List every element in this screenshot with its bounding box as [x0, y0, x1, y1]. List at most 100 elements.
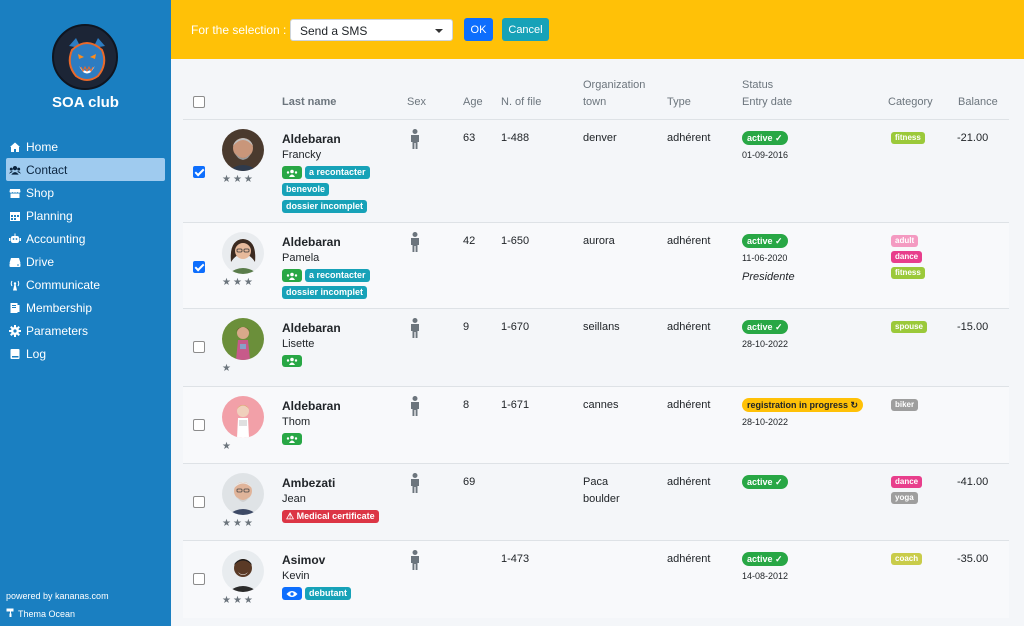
- table-row[interactable]: ★★★ Asimov Kevin debutant 1-473 adhérent…: [183, 540, 1009, 618]
- last-name[interactable]: Aldebaran: [282, 321, 341, 335]
- town: aurora: [583, 235, 615, 247]
- first-name: Francky: [282, 149, 322, 161]
- id-card-icon: [9, 302, 21, 314]
- tag-list: ⚠ Medical certificate: [282, 510, 379, 523]
- tag-badge: ⚠ Medical certificate: [282, 510, 379, 523]
- town: denver: [583, 132, 617, 144]
- avatar[interactable]: [222, 129, 264, 171]
- last-name[interactable]: Aldebaran: [282, 399, 341, 413]
- sidebar-item-shop[interactable]: Shop: [6, 181, 165, 204]
- status-badge: active ✓: [742, 551, 788, 566]
- header-balance[interactable]: Balance: [958, 94, 998, 110]
- header-organization[interactable]: Organization: [583, 77, 645, 93]
- category-list: adult dance fitness: [891, 235, 925, 279]
- file-number: 1-671: [501, 399, 530, 411]
- last-name[interactable]: Aldebaran: [282, 132, 341, 146]
- refresh-icon: ↻: [850, 400, 859, 410]
- type: adhérent: [667, 399, 711, 411]
- tag-list: [282, 355, 302, 367]
- balance: -41.00: [957, 476, 989, 488]
- tag-badge: benevole: [282, 183, 330, 196]
- club-name: SOA club: [52, 94, 119, 111]
- sidebar-item-label: Membership: [26, 300, 93, 315]
- category-list: spouse: [891, 321, 928, 333]
- table-row[interactable]: ★★★ Aldebaran Pamela a recontacter dossi…: [183, 222, 1009, 308]
- header-entry-date[interactable]: Entry date: [742, 94, 792, 110]
- first-name: Kevin: [282, 570, 310, 582]
- sidebar-item-contact[interactable]: Contact: [6, 158, 165, 181]
- age: 8: [463, 399, 470, 411]
- ok-button[interactable]: OK: [464, 18, 493, 41]
- status-badge: registration in progress ↻: [742, 397, 864, 412]
- status-badge: active ✓: [742, 474, 788, 489]
- table-row[interactable]: ★★★ Ambezati Jean ⚠ Medical certificate …: [183, 463, 1009, 540]
- calendar-icon: [9, 210, 21, 222]
- table-row[interactable]: ★ Aldebaran Lisette 9 1-670 seillans adh…: [183, 308, 1009, 386]
- tag-badge: a recontacter: [305, 269, 370, 282]
- last-name[interactable]: Aldebaran: [282, 235, 341, 249]
- rating-stars: ★★★: [222, 174, 255, 185]
- row-checkbox[interactable]: [193, 419, 205, 431]
- select-all-checkbox[interactable]: [193, 96, 205, 108]
- row-checkbox[interactable]: [193, 166, 205, 178]
- table-row[interactable]: ★ Aldebaran Thom 8 1-671 cannes adhérent…: [183, 386, 1009, 463]
- sidebar-item-label: Home: [26, 139, 59, 154]
- type: adhérent: [667, 235, 711, 247]
- town: Paca: [583, 476, 609, 488]
- sidebar-item-parameters[interactable]: Parameters: [6, 319, 165, 342]
- entry-date: 14-08-2012: [742, 571, 789, 581]
- status-text: active: [747, 322, 773, 332]
- cancel-button[interactable]: Cancel: [502, 18, 549, 41]
- header-status[interactable]: Status: [742, 77, 773, 93]
- file-number: 1-670: [501, 321, 530, 333]
- avatar[interactable]: [222, 232, 264, 274]
- row-checkbox[interactable]: [193, 496, 205, 508]
- row-checkbox[interactable]: [193, 573, 205, 585]
- header-town[interactable]: town: [583, 94, 606, 110]
- theme-switcher[interactable]: Thema Ocean: [6, 608, 75, 619]
- age: 63: [463, 132, 476, 144]
- header-type[interactable]: Type: [667, 94, 691, 110]
- sidebar-item-planning[interactable]: Planning: [6, 204, 165, 227]
- header-age[interactable]: Age: [463, 94, 483, 110]
- type: adhérent: [667, 321, 711, 333]
- rating-stars: ★★★: [222, 277, 255, 288]
- male-icon: [411, 232, 419, 252]
- last-name[interactable]: Ambezati: [282, 476, 335, 490]
- rating-stars: ★★★: [222, 518, 255, 529]
- row-checkbox[interactable]: [193, 341, 205, 353]
- sidebar-item-accounting[interactable]: Accounting: [6, 227, 165, 250]
- age: 69: [463, 476, 476, 488]
- avatar[interactable]: [222, 396, 264, 438]
- sidebar-item-home[interactable]: Home: [6, 135, 165, 158]
- tag-list: a recontacter dossier incomplet: [282, 269, 370, 299]
- table-row[interactable]: ★★★ Aldebaran Francky a recontacter bene…: [183, 119, 1009, 222]
- powered-by-link[interactable]: powered by kananas.com: [6, 591, 109, 601]
- sidebar-item-membership[interactable]: Membership: [6, 296, 165, 319]
- header-sex[interactable]: Sex: [407, 94, 426, 110]
- tag-label: Medical certificate: [296, 511, 375, 521]
- sidebar-item-communicate[interactable]: Communicate: [6, 273, 165, 296]
- rating-stars: ★★★: [222, 595, 255, 606]
- eye-badge: [282, 587, 302, 600]
- avatar[interactable]: [222, 550, 264, 592]
- home-icon: [9, 141, 21, 153]
- avatar[interactable]: [222, 318, 264, 360]
- sidebar-item-drive[interactable]: Drive: [6, 250, 165, 273]
- header-category[interactable]: Category: [888, 94, 933, 110]
- balance: -15.00: [957, 321, 989, 333]
- header-file-number[interactable]: N. of file: [501, 94, 541, 110]
- action-select[interactable]: Send a SMS: [290, 19, 453, 41]
- header-last-name[interactable]: Last name: [282, 94, 336, 110]
- last-name[interactable]: Asimov: [282, 553, 325, 567]
- sidebar-item-log[interactable]: Log: [6, 342, 165, 365]
- row-checkbox[interactable]: [193, 261, 205, 273]
- town: cannes: [583, 399, 619, 411]
- group-badge: [282, 433, 302, 445]
- club-logo[interactable]: [52, 24, 118, 90]
- broadcast-icon: [9, 279, 21, 291]
- avatar[interactable]: [222, 473, 264, 515]
- male-icon: [411, 550, 419, 570]
- town: seillans: [583, 321, 620, 333]
- users-icon: [286, 357, 298, 365]
